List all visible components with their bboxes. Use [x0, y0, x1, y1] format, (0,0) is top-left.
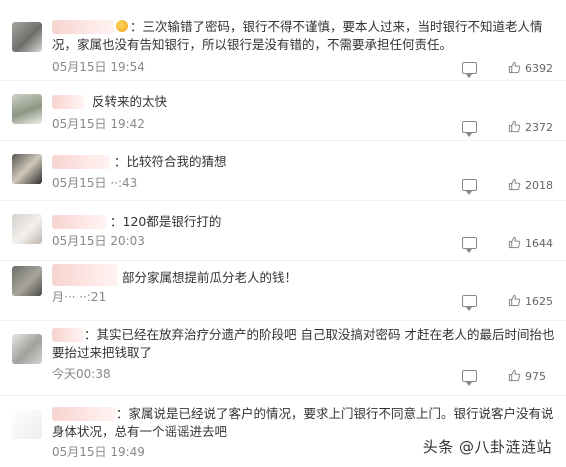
- watermark: 头条 @八卦涟涟站: [422, 438, 552, 456]
- thumbs-up-icon[interactable]: [508, 236, 521, 249]
- comment-text: ：比较符合我的猜想: [114, 154, 227, 169]
- like-count: 975: [525, 370, 546, 383]
- comment-time: 05月15日 19:49: [52, 445, 145, 459]
- avatar[interactable]: [12, 409, 42, 439]
- like-count: 1625: [525, 295, 553, 308]
- comment-item: ：其实已经在放弃治疗分遗产的阶段吧 自己取没搞对密码 才赶在老人的最后时间抬也要…: [0, 320, 566, 396]
- thumbs-up-icon[interactable]: [508, 178, 521, 191]
- comment-icon[interactable]: [462, 62, 477, 78]
- comment-time: 05月15日 19:54: [52, 60, 145, 74]
- avatar[interactable]: [12, 334, 42, 364]
- comment-item: ：120都是银行打的 05月15日 20:03 1644: [0, 200, 566, 261]
- vip-crown-icon: [116, 20, 128, 32]
- avatar[interactable]: [12, 94, 42, 124]
- comment-icon[interactable]: [462, 295, 477, 311]
- avatar[interactable]: [12, 266, 42, 296]
- comment-time: 05月15日 ··:43: [52, 176, 138, 190]
- comment-text: ：120都是银行打的: [110, 214, 222, 229]
- comment-icon[interactable]: [462, 121, 477, 137]
- comment-item: 反转来的太快 05月15日 19:42 2372: [0, 80, 566, 141]
- comment-item: ：比较符合我的猜想 05月15日 ··:43 2018: [0, 140, 566, 201]
- avatar[interactable]: [12, 154, 42, 184]
- thumbs-up-icon[interactable]: [508, 61, 521, 74]
- thumbs-up-icon[interactable]: [508, 369, 521, 382]
- thumbs-up-icon[interactable]: [508, 120, 521, 133]
- comment-time: 月··· ··:21: [52, 290, 107, 304]
- like-count: 6392: [525, 62, 553, 75]
- thumbs-up-icon[interactable]: [508, 294, 521, 307]
- like-count: 2372: [525, 121, 553, 134]
- comment-time: 05月15日 20:03: [52, 234, 145, 248]
- avatar[interactable]: [12, 214, 42, 244]
- like-count: 2018: [525, 179, 553, 192]
- comment-time: 今天00:38: [52, 367, 111, 381]
- comment-text: ：三次输错了密码，银行不得不谨慎，要本人过来，当时银行不知道老人情况，家属也没有…: [52, 19, 543, 52]
- comment-text: 部分家属想提前瓜分老人的钱！: [122, 270, 298, 285]
- comment-item: 部分家属想提前瓜分老人的钱！ 月··· ··:21 1625: [0, 260, 566, 321]
- comment-text: ：其实已经在放弃治疗分遗产的阶段吧 自己取没搞对密码 才赶在老人的最后时间抬也要…: [52, 327, 555, 360]
- comment-item: ：三次输错了密码，银行不得不谨慎，要本人过来，当时银行不知道老人情况，家属也没有…: [0, 0, 566, 81]
- like-count: 1644: [525, 237, 553, 250]
- comment-icon[interactable]: [462, 179, 477, 195]
- comment-text: 反转来的太快: [92, 94, 168, 109]
- comment-icon[interactable]: [462, 237, 477, 253]
- avatar[interactable]: [12, 22, 42, 52]
- comment-time: 05月15日 19:42: [52, 117, 145, 131]
- comment-icon[interactable]: [462, 370, 477, 386]
